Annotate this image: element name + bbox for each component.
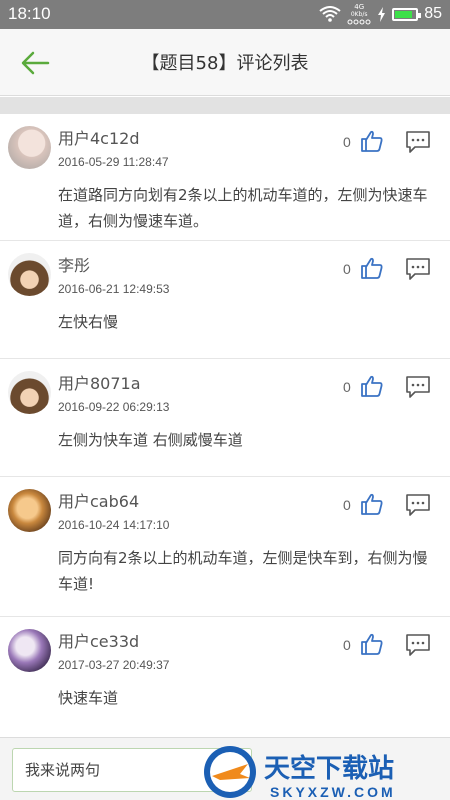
status-time: 18:10 (8, 4, 51, 23)
watermark-logo: 天空下载站 SKYXZW.COM (204, 746, 396, 800)
watermark-brand: 天空下载站 (264, 753, 394, 784)
comment-text: 左侧为快车道 右侧威慢车道 (58, 431, 243, 449)
comment-text: 左快右慢 (58, 313, 119, 331)
comment-item: 用户4c12d 2016-05-29 11:28:47 0 在道路同方向划有2条… (0, 114, 450, 241)
reply-comment-icon[interactable] (405, 257, 431, 281)
status-icons: 4G 0Kb/s 85 (319, 3, 442, 25)
signal-dots-icon (347, 19, 371, 25)
comment-text: 同方向有2条以上的机动车道，左侧是快车到，右侧为慢车道! (58, 549, 428, 593)
page-title: 【题目58】评论列表 (141, 53, 309, 74)
comment-time: 2016-09-22 06:29:13 (58, 400, 170, 414)
comment-username[interactable]: 用户4c12d (58, 125, 140, 149)
battery-icon (392, 7, 422, 21)
like-count: 0 (343, 134, 351, 150)
reply-comment-icon[interactable] (405, 493, 431, 517)
network-gen: 4G (354, 3, 365, 11)
wifi-icon (319, 6, 341, 22)
like-count: 0 (343, 497, 351, 513)
comment-username[interactable]: 用户cab64 (58, 488, 139, 512)
comment-text: 快速车道 (58, 689, 119, 707)
comment-item: 用户ce33d 2017-03-27 20:49:37 0 快速车道 (0, 617, 450, 737)
comment-username[interactable]: 用户ce33d (58, 628, 139, 652)
header: 【题目58】评论列表 (0, 29, 450, 96)
network-speed: 0Kb/s (350, 11, 368, 18)
divider-band (0, 97, 450, 114)
reply-comment-icon[interactable] (405, 633, 431, 657)
comment-time: 2016-05-29 11:28:47 (58, 155, 169, 169)
comment-time: 2016-10-24 14:17:10 (58, 518, 170, 532)
avatar[interactable] (8, 629, 51, 672)
thumbs-up-icon[interactable] (360, 374, 384, 398)
battery-percent: 85 (424, 5, 442, 22)
network-indicator: 4G 0Kb/s (347, 3, 371, 25)
like-count: 0 (343, 637, 351, 653)
reply-comment-icon[interactable] (405, 130, 431, 154)
comment-item: 用户8071a 2016-09-22 06:29:13 0 左侧为快车道 右侧威… (0, 359, 450, 477)
like-count: 0 (343, 379, 351, 395)
thumbs-up-icon[interactable] (360, 632, 384, 656)
thumbs-up-icon[interactable] (360, 129, 384, 153)
comment-time: 2016-06-21 12:49:53 (58, 282, 170, 296)
comment-username[interactable]: 李彤 (58, 252, 90, 276)
thumbs-up-icon[interactable] (360, 256, 384, 280)
comment-text: 在道路同方向划有2条以上的机动车道的，左侧为快速车道，右侧为慢速车道。 (58, 186, 428, 230)
avatar[interactable] (8, 253, 51, 296)
comment-time: 2017-03-27 20:49:37 (58, 658, 170, 672)
avatar[interactable] (8, 126, 51, 169)
reply-comment-icon[interactable] (405, 375, 431, 399)
comment-item: 李彤 2016-06-21 12:49:53 0 左快右慢 (0, 241, 450, 359)
comment-username[interactable]: 用户8071a (58, 370, 141, 394)
comment-list: 用户4c12d 2016-05-29 11:28:47 0 在道路同方向划有2条… (0, 114, 450, 737)
charging-icon (378, 6, 386, 22)
thumbs-up-icon[interactable] (360, 492, 384, 516)
watermark-url: SKYXZW.COM (270, 784, 396, 800)
like-count: 0 (343, 261, 351, 277)
avatar[interactable] (8, 489, 51, 532)
comment-item: 用户cab64 2016-10-24 14:17:10 0 同方向有2条以上的机… (0, 477, 450, 617)
status-bar: 18:10 4G 0Kb/s 85 (0, 0, 450, 29)
avatar[interactable] (8, 371, 51, 414)
battery-cap (418, 12, 422, 18)
battery-fill (395, 10, 413, 18)
